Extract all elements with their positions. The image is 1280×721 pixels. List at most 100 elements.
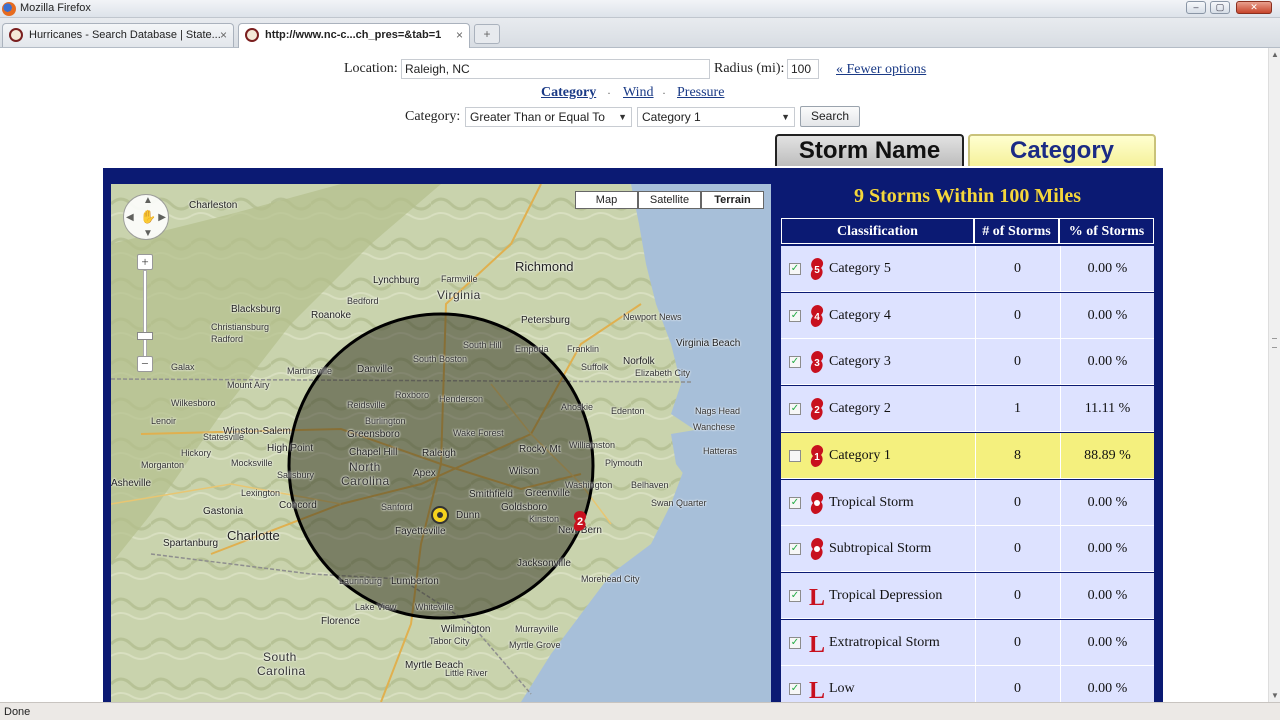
storm-count-cell: 0 — [975, 479, 1059, 526]
tab-storm-name[interactable]: Storm Name — [775, 134, 964, 166]
map-label: Salisbury — [277, 470, 315, 480]
map-label: Franklin — [567, 344, 600, 354]
storm-track-marker-icon[interactable]: 2 — [570, 509, 590, 533]
map-label: Myrtle Grove — [509, 640, 561, 650]
table-row[interactable]: ✓ 5 Category 5 0 0.00 % — [781, 246, 1154, 292]
mode-separator: · — [662, 86, 666, 100]
tab-hurricanes-search[interactable]: Hurricanes - Search Database | State... … — [2, 23, 234, 47]
terrain-map[interactable]: ▲ ▼ ◀ ▶ ✋ + − Map Satellite Terrain Char… — [111, 184, 771, 702]
map-label: Tabor City — [429, 636, 470, 646]
pan-control[interactable]: ▲ ▼ ◀ ▶ ✋ — [123, 194, 169, 240]
classification-cell: Category 2 — [829, 401, 891, 417]
map-label: Burlington — [365, 416, 406, 426]
search-button[interactable]: Search — [800, 106, 860, 127]
map-label: Charlotte — [227, 528, 280, 543]
results-title: 9 Storms Within 100 Miles — [781, 178, 1154, 215]
radius-input[interactable]: 100 — [787, 59, 819, 79]
site-favicon-icon — [9, 28, 23, 42]
map-label: Rocky Mt — [519, 444, 561, 455]
classification-cell: Extratropical Storm — [829, 634, 940, 650]
location-label: Location: — [344, 61, 398, 76]
table-row[interactable]: ✓ 4 Category 4 0 0.00 % — [781, 292, 1154, 339]
map-label: Laurinburg — [339, 576, 383, 586]
tab-current-page[interactable]: http://www.nc-c...ch_pres=&tab=1 × — [238, 23, 470, 48]
map-label: Washington — [565, 480, 613, 490]
map-label: North — [349, 460, 381, 474]
map-type-terrain[interactable]: Terrain — [701, 191, 764, 209]
table-row[interactable]: ✓ Subtropical Storm 0 0.00 % — [781, 526, 1154, 573]
search-center-marker[interactable] — [431, 506, 449, 524]
storm-count-cell: 0 — [975, 572, 1059, 619]
table-row[interactable]: ✓ 3 Category 3 0 0.00 % — [781, 339, 1154, 386]
map-label: Carolina — [341, 474, 390, 488]
close-window-button[interactable]: ✕ — [1236, 1, 1272, 14]
map-label: Edenton — [611, 406, 645, 416]
new-tab-button[interactable]: + — [474, 24, 500, 44]
map-label: Greensboro — [347, 429, 400, 440]
storm-count-cell: 0 — [975, 292, 1059, 339]
minimize-button[interactable]: – — [1186, 1, 1206, 14]
pan-down-icon[interactable]: ▼ — [143, 228, 153, 239]
map-type-map[interactable]: Map — [575, 191, 638, 209]
map-label: Radford — [211, 334, 244, 344]
map-label: Spartanburg — [163, 538, 219, 549]
pan-right-icon[interactable]: ▶ — [158, 212, 166, 223]
comparator-select[interactable]: Greater Than or Equal To ▼ — [465, 107, 632, 127]
tab-close-icon[interactable]: × — [456, 24, 463, 46]
header-storm-percent: % of Storms — [1059, 218, 1154, 244]
search-mode-wind[interactable]: Wind — [623, 85, 654, 101]
map-label: Jacksonville — [517, 558, 571, 569]
classification-cell: Category 3 — [829, 354, 891, 370]
scroll-up-icon[interactable]: ▲ — [1271, 50, 1279, 59]
map-label: Martinsville — [287, 366, 333, 376]
maximize-button[interactable]: ▢ — [1210, 1, 1230, 14]
zoom-out-button[interactable]: − — [137, 356, 153, 372]
table-row[interactable]: 1 Category 1 8 88.89 % — [781, 432, 1154, 479]
classification-cell: Tropical Depression — [829, 587, 943, 603]
tab-category[interactable]: Category — [968, 134, 1156, 166]
map-label: Plymouth — [605, 458, 643, 468]
search-mode-pressure[interactable]: Pressure — [677, 85, 724, 101]
map-label: Sanford — [381, 502, 413, 512]
table-row[interactable]: ✓ 2 Category 2 1 11.11 % — [781, 386, 1154, 433]
map-label: Henderson — [439, 394, 484, 404]
tab-label: http://www.nc-c...ch_pres=&tab=1 — [265, 29, 442, 41]
map-label: Wanchese — [693, 422, 736, 432]
radius-label: Radius (mi): — [714, 61, 785, 76]
map-type-satellite[interactable]: Satellite — [638, 191, 701, 209]
search-mode-category[interactable]: Category — [541, 85, 596, 101]
storm-count-cell: 0 — [975, 339, 1059, 386]
pan-left-icon[interactable]: ◀ — [126, 212, 134, 223]
table-row[interactable]: ✓ L Extratropical Storm 0 0.00 % — [781, 619, 1154, 666]
zoom-slider-handle[interactable] — [137, 332, 153, 340]
map-label: Galax — [171, 362, 195, 372]
pan-up-icon[interactable]: ▲ — [143, 195, 153, 206]
map-label: Concord — [279, 500, 317, 511]
scroll-grip[interactable] — [1272, 338, 1277, 348]
map-label: Gastonia — [203, 506, 244, 517]
vertical-scrollbar[interactable]: ▲ ▼ — [1268, 48, 1280, 702]
classification-cell: Category 5 — [829, 261, 891, 276]
map-label: Blacksburg — [231, 304, 281, 315]
map-label: Swan Quarter — [651, 498, 707, 508]
tab-close-icon[interactable]: × — [220, 24, 227, 46]
storm-percent-cell: 0.00 % — [1060, 292, 1154, 339]
map-label: Petersburg — [521, 315, 570, 326]
table-row[interactable]: ✓ Tropical Storm 0 0.00 % — [781, 479, 1154, 526]
storm-percent-cell: 0.00 % — [1060, 479, 1154, 526]
map-label: Lynchburg — [373, 275, 420, 286]
table-row[interactable]: ✓ L Tropical Depression 0 0.00 % — [781, 572, 1154, 619]
storm-count-cell: 0 — [975, 526, 1059, 573]
category-select[interactable]: Category 1 ▼ — [637, 107, 795, 127]
map-label: Belhaven — [631, 480, 669, 490]
scroll-down-icon[interactable]: ▼ — [1271, 691, 1279, 700]
map-label: Wake Forest — [453, 428, 504, 438]
dropdown-arrow-icon: ▼ — [618, 112, 627, 122]
zoom-in-button[interactable]: + — [137, 254, 153, 270]
map-label: Fayetteville — [395, 526, 446, 537]
header-classification: Classification — [781, 218, 974, 244]
location-input[interactable]: Raleigh, NC — [401, 59, 710, 79]
fewer-options-link[interactable]: « Fewer options — [836, 62, 926, 78]
zoom-slider-track[interactable] — [143, 270, 147, 360]
map-label: Reidsville — [347, 400, 386, 410]
